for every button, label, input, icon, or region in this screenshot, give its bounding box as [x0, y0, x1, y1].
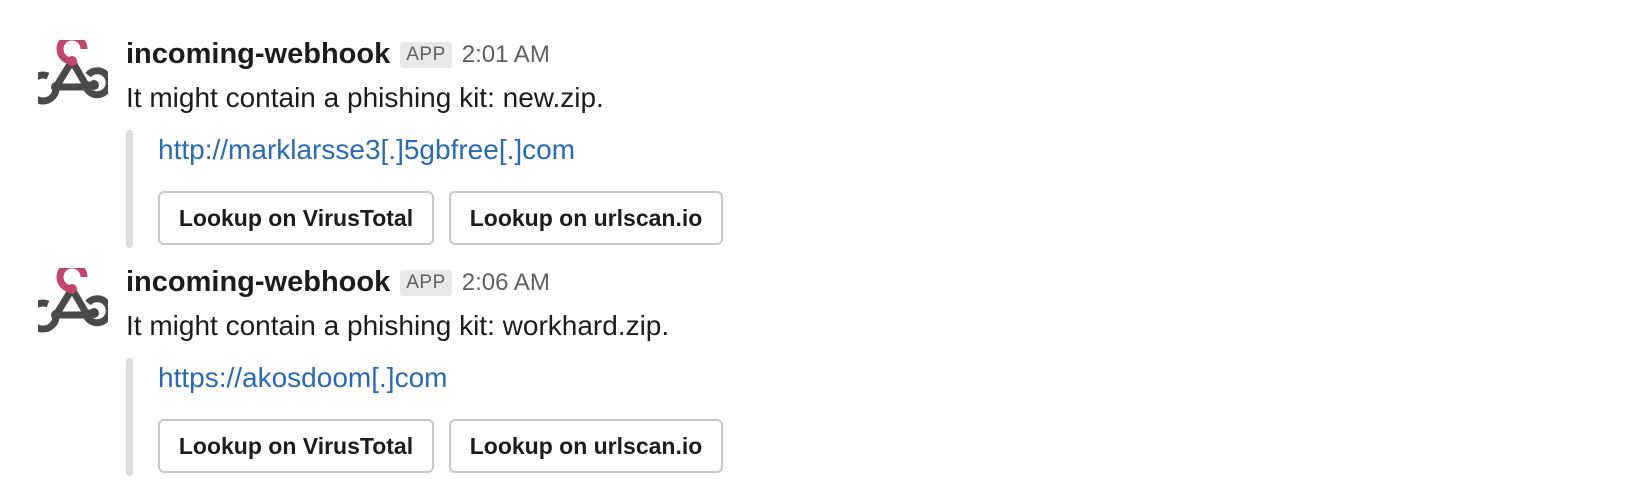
lookup-urlscan-button[interactable]: Lookup on urlscan.io: [449, 419, 723, 473]
lookup-virustotal-button[interactable]: Lookup on VirusTotal: [158, 191, 434, 245]
sender-name[interactable]: incoming-webhook: [126, 266, 390, 299]
attachment-bar: [126, 358, 133, 476]
attachment-bar: [126, 130, 133, 248]
attachment: https://akosdoom[.]com Lookup on VirusTo…: [126, 358, 926, 476]
url-link[interactable]: https://akosdoom[.]com: [158, 362, 447, 394]
app-badge: APP: [400, 269, 452, 296]
timestamp[interactable]: 2:06 AM: [462, 269, 550, 297]
lookup-urlscan-button[interactable]: Lookup on urlscan.io: [449, 191, 723, 245]
app-badge: APP: [400, 41, 452, 68]
message-text: It might contain a phishing kit: new.zip…: [126, 82, 604, 113]
webhook-icon[interactable]: [38, 40, 108, 110]
message-header: incoming-webhook APP 2:01 AM: [126, 38, 550, 71]
sender-name[interactable]: incoming-webhook: [126, 38, 390, 71]
timestamp[interactable]: 2:01 AM: [462, 41, 550, 69]
message-header: incoming-webhook APP 2:06 AM: [126, 266, 550, 299]
url-link[interactable]: http://marklarsse3[.]5gbfree[.]com: [158, 134, 575, 166]
webhook-icon[interactable]: [38, 268, 108, 338]
attachment: http://marklarsse3[.]5gbfree[.]com Looku…: [126, 130, 926, 248]
message-text: It might contain a phishing kit: workhar…: [126, 310, 670, 341]
lookup-virustotal-button[interactable]: Lookup on VirusTotal: [158, 419, 434, 473]
